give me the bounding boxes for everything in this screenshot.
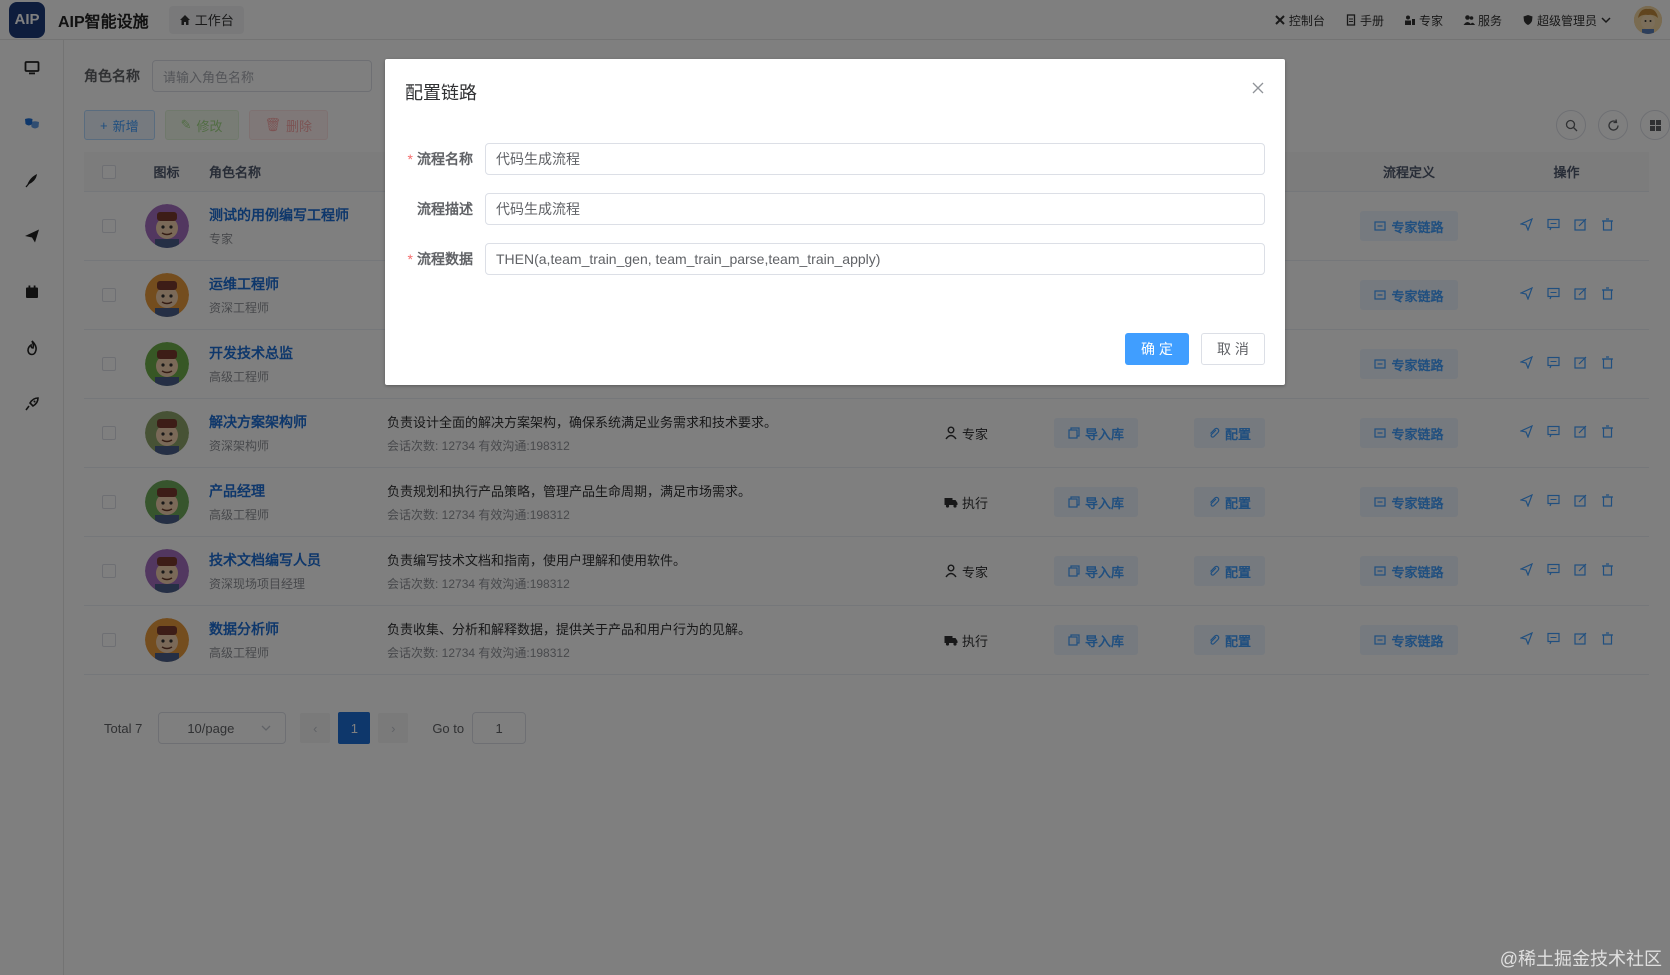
confirm-button[interactable]: 确 定 xyxy=(1125,333,1189,365)
required-mark: * xyxy=(407,151,413,167)
cancel-button[interactable]: 取 消 xyxy=(1201,333,1265,365)
dialog-footer: 确 定 取 消 xyxy=(1125,333,1265,365)
flow-data-input[interactable]: THEN(a,team_train_gen, team_train_parse,… xyxy=(485,243,1265,275)
flow-data-label: 流程数据 xyxy=(417,251,473,267)
form-row-flow-name: * 流程名称 代码生成流程 xyxy=(405,143,1265,175)
form-row-flow-data: * 流程数据 THEN(a,team_train_gen, team_train_… xyxy=(405,243,1265,275)
flow-desc-input[interactable]: 代码生成流程 xyxy=(485,193,1265,225)
required-mark: * xyxy=(407,251,413,267)
flow-name-input[interactable]: 代码生成流程 xyxy=(485,143,1265,175)
form-row-flow-desc: 流程描述 代码生成流程 xyxy=(405,193,1265,225)
watermark: @稀土掘金技术社区 xyxy=(1499,949,1662,969)
flow-desc-label: 流程描述 xyxy=(417,201,473,217)
config-chain-dialog: 配置链路 * 流程名称 代码生成流程 流程描述 代码生成流程 * 流程数据 THEN… xyxy=(385,59,1285,385)
close-icon[interactable] xyxy=(1251,81,1265,95)
flow-name-label: 流程名称 xyxy=(417,151,473,167)
dialog-title: 配置链路 xyxy=(405,83,477,103)
